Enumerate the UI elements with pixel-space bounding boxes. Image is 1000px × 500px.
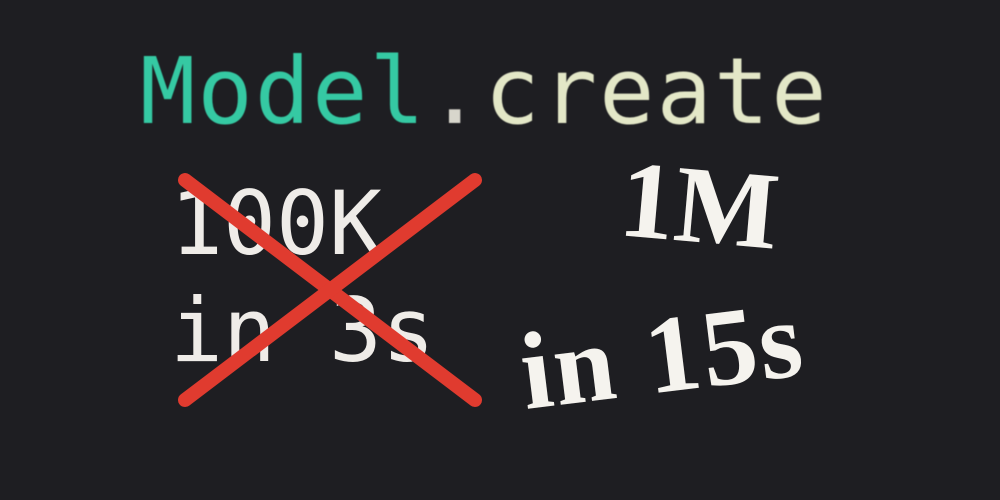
token-dot: . — [427, 38, 484, 145]
old-line-1: 100K — [170, 172, 382, 275]
code-line: Model.create — [140, 38, 829, 145]
old-claim: 100K in 3s — [170, 170, 435, 385]
token-class: Model — [140, 38, 427, 145]
new-line-1: 1M — [616, 143, 784, 266]
new-line-2: in 15s — [514, 283, 809, 427]
token-method: create — [484, 38, 828, 145]
old-line-2: in 3s — [170, 279, 435, 382]
